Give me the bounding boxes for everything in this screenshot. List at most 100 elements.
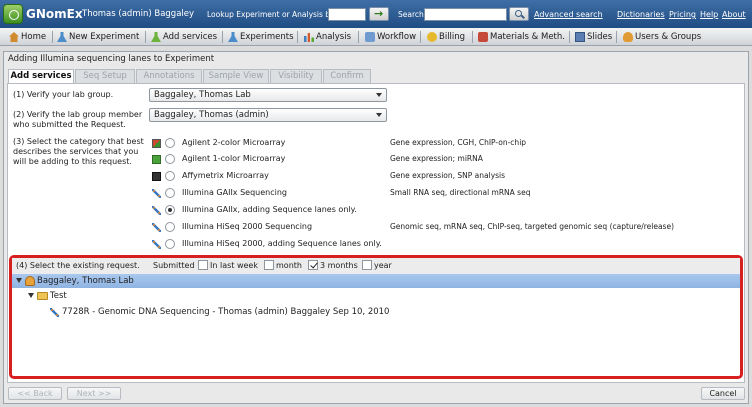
- filter-year-checkbox[interactable]: [362, 260, 372, 270]
- nav-materials[interactable]: Materials & Meth.: [478, 30, 565, 44]
- lookup-label: Lookup Experiment or Analysis by #: [207, 10, 344, 19]
- category-radio[interactable]: [165, 188, 175, 198]
- step3-label-line3: will be adding to this request.: [13, 157, 132, 166]
- category-gaiix-seq[interactable]: Illumina GAIIx Sequencing Small RNA seq,…: [152, 187, 712, 200]
- tree-node-lab[interactable]: Baggaley, Thomas Lab: [12, 274, 740, 288]
- gnomex-logo-icon: [3, 4, 23, 24]
- workflow-icon: [365, 32, 375, 42]
- folder-icon: [37, 292, 48, 300]
- category-hiseq-lanes[interactable]: Illumina HiSeq 2000, adding Sequence lan…: [152, 238, 712, 251]
- tab-sample-view[interactable]: Sample View: [203, 69, 269, 83]
- agilent-1color-icon: [152, 155, 161, 164]
- pricing-link[interactable]: Pricing: [669, 10, 696, 19]
- filter-3months-checkbox[interactable]: [308, 260, 318, 270]
- nav-experiments[interactable]: Experiments: [228, 30, 294, 44]
- form-content: (1) Verify your lab group. Baggaley, Tho…: [7, 83, 745, 383]
- add-services-icon: [151, 32, 161, 42]
- advanced-search-link[interactable]: Advanced search: [534, 10, 603, 19]
- category-affymetrix[interactable]: Affymetrix Microarray Gene expression, S…: [152, 170, 712, 183]
- nav-add-services[interactable]: Add services: [151, 30, 217, 44]
- help-link[interactable]: Help: [700, 10, 718, 19]
- dna-icon: [152, 223, 161, 232]
- home-icon: [9, 32, 19, 42]
- billing-icon: [427, 32, 437, 42]
- add-services-window: Adding Illumina sequencing lanes to Expe…: [3, 51, 749, 404]
- back-button[interactable]: << Back: [8, 387, 62, 400]
- about-link[interactable]: About: [722, 10, 746, 19]
- experiments-icon: [228, 32, 238, 42]
- step3-label-line1: (3) Select the category that best: [13, 137, 144, 146]
- lookup-go-button[interactable]: [369, 7, 389, 21]
- nav-new-experiment[interactable]: New Experiment: [57, 30, 139, 44]
- affymetrix-icon: [152, 172, 161, 181]
- nav-home[interactable]: Home: [9, 30, 46, 44]
- search-icon[interactable]: [509, 7, 529, 21]
- submitter-select[interactable]: Baggaley, Thomas (admin): [149, 108, 387, 122]
- filter-year-label: year: [374, 261, 392, 270]
- filter-last-week-label: In last week: [210, 261, 258, 270]
- tab-visibility[interactable]: Visibility: [270, 69, 322, 83]
- category-radio[interactable]: [165, 154, 175, 164]
- expand-icon[interactable]: [28, 293, 34, 298]
- nav-analysis[interactable]: Analysis: [304, 30, 351, 44]
- dna-icon: [152, 206, 161, 215]
- top-bar: GNomEx Thomas (admin) Baggaley Lookup Ex…: [0, 0, 752, 28]
- search-label: Search: [398, 10, 424, 19]
- user-name: Thomas (admin) Baggaley: [82, 9, 195, 19]
- category-radio[interactable]: [165, 239, 175, 249]
- users-icon: [623, 32, 633, 42]
- nav-workflow[interactable]: Workflow: [365, 30, 416, 44]
- window-title: Adding Illumina sequencing lanes to Expe…: [8, 54, 215, 64]
- category-agilent-2color[interactable]: Agilent 2-color Microarray Gene expressi…: [152, 137, 712, 150]
- filter-3months-label: 3 months: [320, 261, 358, 270]
- nav-users-groups[interactable]: Users & Groups: [623, 30, 701, 44]
- expand-icon[interactable]: [16, 278, 22, 283]
- category-radio[interactable]: [165, 171, 175, 181]
- tab-annotations[interactable]: Annotations: [136, 69, 202, 83]
- agilent-2color-icon: [152, 139, 161, 148]
- dictionaries-link[interactable]: Dictionaries: [617, 10, 665, 19]
- tree-node-request[interactable]: 7728R - Genomic DNA Sequencing - Thomas …: [12, 305, 740, 319]
- tab-confirm[interactable]: Confirm: [323, 69, 371, 83]
- filter-month-checkbox[interactable]: [264, 260, 274, 270]
- app-title: GNomEx: [26, 7, 83, 21]
- tab-seq-setup[interactable]: Seq Setup: [75, 69, 135, 83]
- slides-icon: [575, 32, 585, 42]
- materials-icon: [478, 32, 488, 42]
- dna-icon: [152, 240, 161, 249]
- next-button[interactable]: Next >>: [67, 387, 121, 400]
- lab-group-icon: [25, 276, 35, 286]
- tree-node-project[interactable]: Test: [12, 289, 740, 303]
- submitted-label: Submitted: [153, 261, 195, 270]
- lookup-input[interactable]: [328, 8, 366, 21]
- step1-label: (1) Verify your lab group.: [13, 90, 114, 99]
- dna-icon: [50, 308, 59, 317]
- request-filter-bar: (4) Select the existing request. Submitt…: [12, 258, 740, 274]
- category-radio-selected[interactable]: [165, 205, 175, 215]
- chevron-down-icon: [376, 113, 382, 117]
- nav-slides[interactable]: Slides: [575, 30, 612, 44]
- category-radio[interactable]: [165, 222, 175, 232]
- step2-label-line1: (2) Verify the lab group member: [13, 110, 143, 119]
- nav-billing[interactable]: Billing: [427, 30, 465, 44]
- dna-icon: [152, 189, 161, 198]
- step4-panel: (4) Select the existing request. Submitt…: [9, 255, 743, 379]
- tab-add-services[interactable]: Add services: [8, 69, 74, 84]
- category-radio[interactable]: [165, 138, 175, 148]
- filter-month-label: month: [276, 261, 302, 270]
- filter-last-week-checkbox[interactable]: [198, 260, 208, 270]
- step2-label-line2: who submitted the Request.: [13, 120, 126, 129]
- main-nav: Home New Experiment Add services Experim…: [0, 28, 752, 46]
- flask-icon: [57, 32, 67, 42]
- category-gaiix-lanes[interactable]: Illumina GAIIx, adding Sequence lanes on…: [152, 204, 712, 217]
- lab-group-select[interactable]: Baggaley, Thomas Lab: [149, 88, 387, 102]
- step4-label: (4) Select the existing request.: [16, 261, 140, 270]
- step3-label-line2: describes the services that you: [13, 147, 139, 156]
- cancel-button[interactable]: Cancel: [701, 387, 745, 400]
- chevron-down-icon: [376, 93, 382, 97]
- search-input[interactable]: [424, 8, 507, 21]
- category-hiseq-seq[interactable]: Illumina HiSeq 2000 Sequencing Genomic s…: [152, 221, 712, 234]
- chart-icon: [304, 33, 314, 42]
- category-agilent-1color[interactable]: Agilent 1-color Microarray Gene expressi…: [152, 153, 712, 166]
- request-tree: Baggaley, Thomas Lab Test 7728R - Genomi…: [12, 274, 740, 378]
